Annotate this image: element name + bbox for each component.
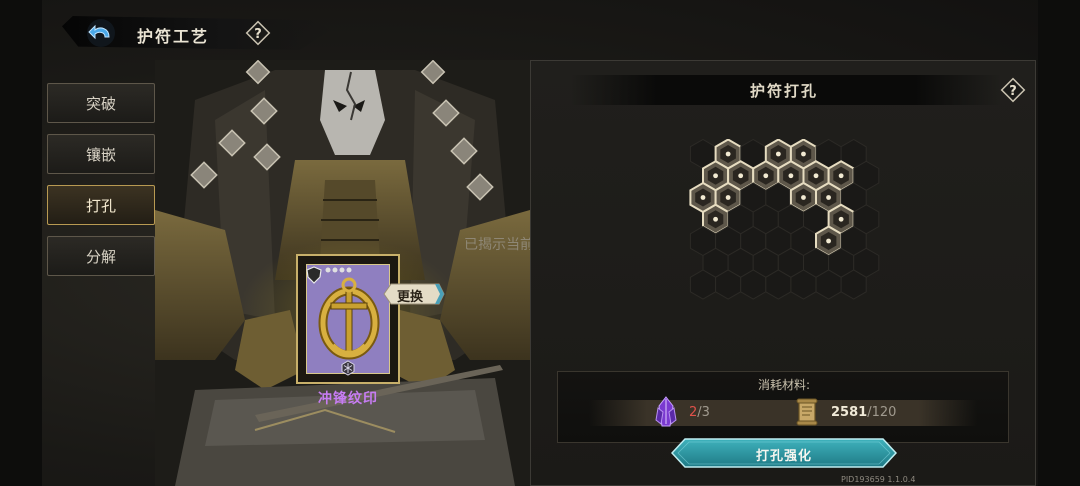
- title-bar: 护符工艺 ?: [62, 10, 332, 56]
- question-mark-icon: ?: [245, 20, 271, 46]
- scroll-have: 2581: [831, 405, 868, 420]
- crystal-count: 2/3: [689, 405, 710, 420]
- crystal-need: /3: [697, 405, 710, 420]
- tab-inlay[interactable]: 镶嵌: [47, 134, 155, 174]
- tab-label: 分解: [85, 247, 116, 266]
- page-title: 护符工艺: [137, 27, 210, 46]
- back-button[interactable]: [84, 18, 118, 48]
- version-text: PID193659 1.1.0.4: [841, 475, 916, 484]
- svg-text:?: ?: [254, 27, 262, 42]
- snowflake-icon: [341, 360, 355, 376]
- screen-edge-left: [0, 0, 42, 486]
- hex-socket-grid: [689, 139, 880, 300]
- scroll-need: /120: [867, 405, 897, 420]
- scroll-count: 2581/120: [831, 405, 896, 420]
- star-rating-icon: [324, 266, 360, 276]
- tab-decompose[interactable]: 分解: [47, 236, 155, 276]
- panel-help-button[interactable]: ?: [999, 76, 1027, 104]
- punch-upgrade-label: 打孔强化: [755, 449, 812, 464]
- punch-panel: 护符打孔 ? 消耗材料: 2/3 2581/120 打孔强化 PID193659…: [530, 60, 1036, 486]
- back-arrow-icon: [87, 19, 115, 47]
- tab-label: 镶嵌: [85, 145, 116, 164]
- tab-breakthrough[interactable]: 突破: [47, 83, 155, 123]
- purple-crystal-icon: [653, 396, 679, 428]
- replace-button-label: 更换: [397, 290, 424, 305]
- question-mark-icon: ?: [1000, 77, 1026, 103]
- tab-label: 打孔: [85, 196, 116, 215]
- tab-punch-hole[interactable]: 打孔: [47, 185, 155, 225]
- scroll-icon: [794, 398, 820, 426]
- materials-strip: [589, 400, 977, 426]
- materials-label: 消耗材料:: [757, 378, 811, 392]
- help-button[interactable]: ?: [244, 19, 272, 47]
- shield-icon: [306, 266, 322, 284]
- amulet-name: 冲锋纹印: [318, 391, 378, 407]
- tab-label: 突破: [85, 94, 116, 113]
- panel-title: 护符打孔: [749, 82, 818, 100]
- game-screen: 护符工艺 ? 突破 镶嵌 打孔 分解 冲锋纹印 更换 已揭示当前 护符打孔 ? …: [0, 0, 1080, 486]
- svg-text:?: ?: [1009, 84, 1017, 99]
- screen-edge-right: [1038, 0, 1080, 486]
